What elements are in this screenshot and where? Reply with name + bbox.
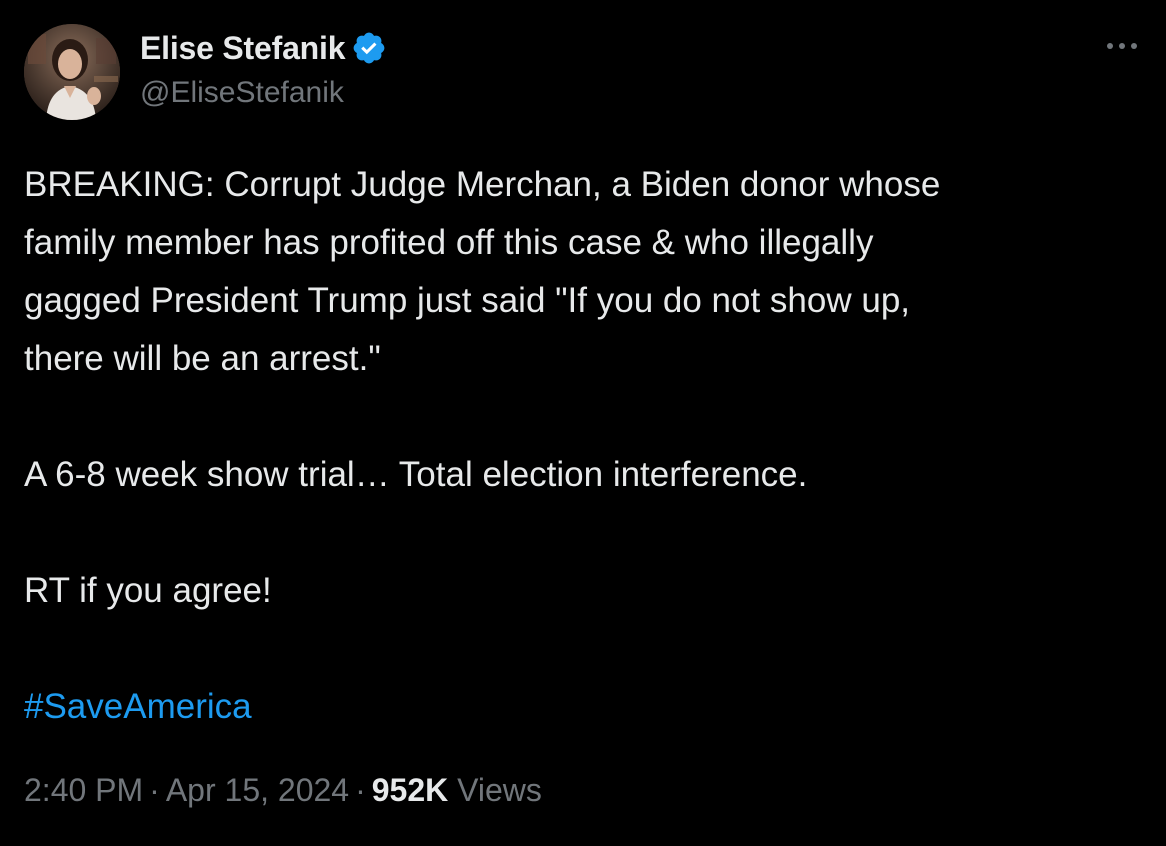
separator: · (149, 772, 160, 808)
tweet-line: BREAKING: Corrupt Judge Merchan, a Biden… (24, 165, 941, 204)
verified-badge-icon (351, 30, 387, 66)
views-label: Views (457, 772, 542, 808)
tweet-line: gagged President Trump just said "If you… (24, 281, 911, 320)
tweet-meta: 2:40 PM · Apr 15, 2024 · 952K Views (24, 772, 542, 809)
avatar[interactable] (24, 24, 120, 120)
name-row: Elise Stefanik (140, 26, 387, 70)
hashtag-link[interactable]: #SaveAmerica (24, 687, 252, 726)
tweet-text: BREAKING: Corrupt Judge Merchan, a Biden… (24, 156, 1124, 736)
views-count: 952K (371, 772, 449, 808)
timestamp-date[interactable]: Apr 15, 2024 (166, 772, 349, 808)
separator: · (355, 772, 366, 808)
tweet-line: there will be an arrest." (24, 339, 381, 378)
tweet: Elise Stefanik @EliseStefanik BREAKING: … (0, 0, 1166, 846)
more-options-icon[interactable] (1102, 28, 1142, 64)
tweet-line: family member has profited off this case… (24, 223, 874, 262)
handle[interactable]: @EliseStefanik (140, 76, 387, 110)
tweet-paragraph: A 6-8 week show trial… Total election in… (24, 455, 808, 494)
timestamp-time[interactable]: 2:40 PM (24, 772, 143, 808)
tweet-paragraph: RT if you agree! (24, 571, 272, 610)
author-block: Elise Stefanik @EliseStefanik (140, 26, 387, 110)
display-name[interactable]: Elise Stefanik (140, 30, 345, 67)
